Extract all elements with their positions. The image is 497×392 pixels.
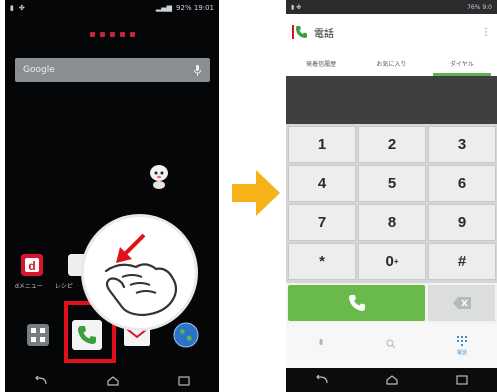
navigation-bar	[286, 368, 497, 392]
tap-gesture-callout	[81, 214, 198, 331]
overflow-menu-icon[interactable]: ⋮	[481, 27, 491, 38]
mascot-widget[interactable]	[148, 164, 170, 190]
svg-text:d: d	[28, 259, 35, 273]
home-icon[interactable]	[386, 375, 399, 385]
home-icon[interactable]	[107, 376, 119, 386]
back-icon[interactable]	[34, 376, 48, 386]
status-right-text: 92% 19:01	[176, 4, 214, 12]
home-screen: ▮ ✤ ▂▄▆ 92% 19:01 Google d dメニュー レシピ	[5, 0, 219, 392]
key-7[interactable]: 7	[288, 204, 356, 241]
signal-icon: ▂▄▆	[155, 4, 173, 12]
key-9[interactable]: 9	[428, 204, 496, 241]
bottom-action-1[interactable]	[286, 323, 356, 368]
app-label-recipe: レシピ	[54, 283, 73, 290]
back-icon[interactable]	[315, 375, 329, 385]
app-bar: 電話 ⋮	[286, 14, 497, 50]
phone-app-icon	[292, 25, 307, 39]
navigation-bar	[5, 370, 219, 392]
notification-icon: ▮	[10, 4, 14, 12]
bottom-action-dial[interactable]: 電話	[427, 323, 497, 368]
tab-call-history[interactable]: 発着信履歴	[286, 50, 356, 76]
status-right-text: 76% 9:0	[467, 3, 492, 11]
microphone-icon	[319, 339, 323, 345]
key-star[interactable]: *	[288, 243, 356, 280]
key-8[interactable]: 8	[358, 204, 426, 241]
transition-arrow-icon	[232, 170, 280, 216]
key-3[interactable]: 3	[428, 126, 496, 163]
status-bar: ▮ ✤ 76% 9:0	[286, 0, 497, 14]
tab-bar: 発着信履歴 お気に入り ダイヤル	[286, 50, 497, 76]
key-4[interactable]: 4	[288, 165, 356, 202]
number-display	[286, 76, 497, 124]
page-indicator	[5, 32, 219, 37]
key-hash[interactable]: #	[428, 243, 496, 280]
backspace-icon	[452, 297, 471, 309]
call-row	[286, 283, 497, 323]
key-1[interactable]: 1	[288, 126, 356, 163]
notification-icon: ▮ ✤	[291, 3, 302, 11]
search-icon	[386, 339, 396, 349]
app-drawer-button[interactable]	[23, 320, 53, 350]
app-title: 電話	[314, 28, 334, 40]
dialer-screen: ▮ ✤ 76% 9:0 電話 ⋮ 発着信履歴 お気に入り ダイヤル 1 2 3 …	[286, 0, 497, 392]
key-0[interactable]: 0 +	[358, 243, 426, 280]
tab-favorites[interactable]: お気に入り	[356, 50, 426, 76]
d-menu-icon[interactable]: d	[21, 254, 43, 276]
call-handset-icon	[348, 295, 365, 311]
dialpad-icon	[456, 335, 467, 346]
app-grid-icon	[26, 324, 49, 346]
status-bar: ▮ ✤ ▂▄▆ 92% 19:01	[5, 0, 219, 16]
tab-dial[interactable]: ダイヤル	[427, 50, 497, 76]
recent-apps-icon[interactable]	[178, 376, 190, 386]
call-button[interactable]	[288, 285, 425, 321]
search-label: Google	[23, 65, 55, 75]
app-label-dmenu: dメニュー	[15, 283, 43, 290]
bottom-action-bar: 電話	[286, 323, 497, 368]
usb-icon: ✤	[18, 4, 25, 12]
bottom-action-2[interactable]	[356, 323, 426, 368]
keypad: 1 2 3 4 5 6 7 8 9 * 0 + #	[286, 124, 497, 283]
key-5[interactable]: 5	[358, 165, 426, 202]
microphone-icon[interactable]	[193, 64, 202, 76]
recent-apps-icon[interactable]	[456, 375, 468, 385]
key-2[interactable]: 2	[358, 126, 426, 163]
delete-button[interactable]	[428, 285, 495, 321]
hand-tap-icon	[104, 233, 178, 317]
google-search-bar[interactable]: Google	[15, 58, 210, 82]
key-6[interactable]: 6	[428, 165, 496, 202]
